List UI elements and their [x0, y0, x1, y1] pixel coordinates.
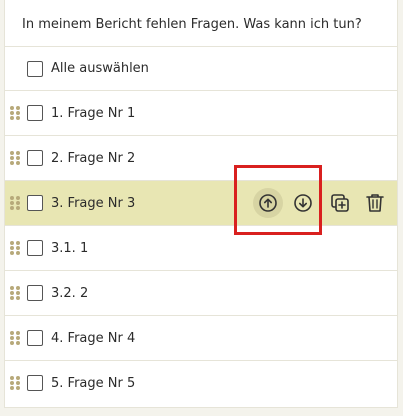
question-label: 2. Frage Nr 2	[51, 151, 136, 166]
duplicate-button[interactable]	[326, 189, 354, 217]
drag-handle-icon[interactable]	[10, 376, 20, 390]
drag-handle-icon[interactable]	[10, 286, 20, 300]
question-checkbox[interactable]	[27, 375, 43, 391]
question-row[interactable]: 2. Frage Nr 2	[5, 136, 397, 181]
question-label: 4. Frage Nr 4	[51, 331, 136, 346]
question-row[interactable]: 5. Frage Nr 5	[5, 361, 397, 406]
trash-icon	[366, 194, 384, 212]
question-label: 3. Frage Nr 3	[51, 196, 136, 211]
drag-handle-icon[interactable]	[10, 331, 20, 345]
question-checkbox[interactable]	[27, 195, 43, 211]
question-label: 5. Frage Nr 5	[51, 376, 136, 391]
question-row-selected[interactable]: 3. Frage Nr 3	[5, 181, 397, 226]
drag-handle-icon[interactable]	[10, 151, 20, 165]
question-list-panel: In meinem Bericht fehlen Fragen. Was kan…	[4, 0, 398, 408]
drag-handle-icon[interactable]	[10, 196, 20, 210]
question-label: 3.1. 1	[51, 241, 89, 256]
question-header: In meinem Bericht fehlen Fragen. Was kan…	[5, 0, 397, 47]
question-text: In meinem Bericht fehlen Fragen. Was kan…	[22, 17, 362, 32]
question-label: 3.2. 2	[51, 286, 89, 301]
duplicate-icon	[331, 194, 349, 212]
question-row[interactable]: 1. Frage Nr 1	[5, 91, 397, 136]
question-row[interactable]: 4. Frage Nr 4	[5, 316, 397, 361]
question-label: 1. Frage Nr 1	[51, 106, 136, 121]
question-row[interactable]: 3.1. 1	[5, 226, 397, 271]
question-checkbox[interactable]	[27, 150, 43, 166]
select-all-checkbox[interactable]	[27, 61, 43, 77]
question-checkbox[interactable]	[27, 330, 43, 346]
drag-handle-icon[interactable]	[10, 106, 20, 120]
select-all-label: Alle auswählen	[51, 61, 149, 76]
question-checkbox[interactable]	[27, 240, 43, 256]
select-all-row[interactable]: Alle auswählen	[5, 47, 397, 91]
question-checkbox[interactable]	[27, 285, 43, 301]
question-row[interactable]: 3.2. 2	[5, 271, 397, 316]
question-checkbox[interactable]	[27, 105, 43, 121]
drag-handle-icon[interactable]	[10, 241, 20, 255]
delete-button[interactable]	[361, 189, 389, 217]
highlight-annotation-box	[234, 165, 322, 235]
